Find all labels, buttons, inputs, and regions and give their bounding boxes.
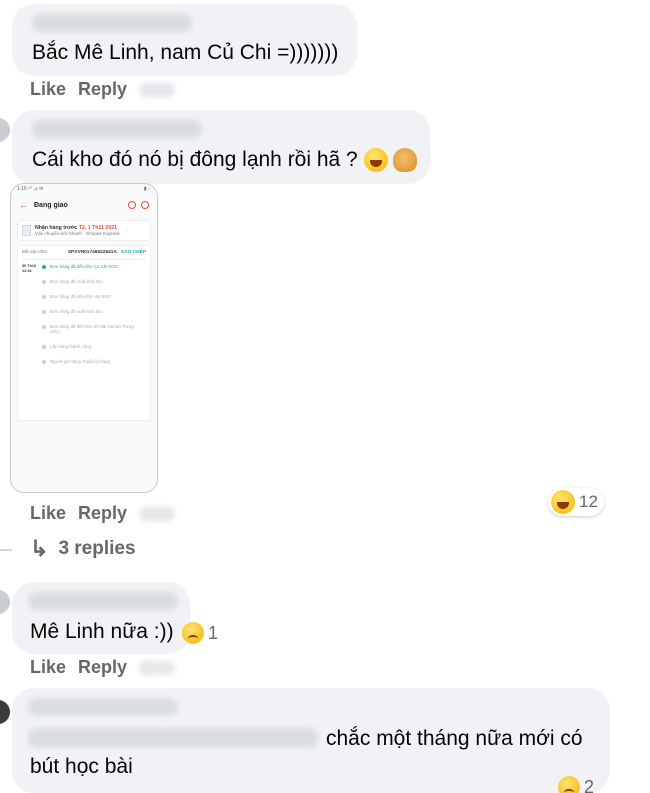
timestamp-blurred[interactable] — [139, 506, 176, 521]
avatar[interactable] — [0, 700, 10, 724]
tracking-card: Mã vận đơn SPXVN01746522541A SAO CHÉP 30… — [17, 245, 151, 421]
thread-line — [0, 549, 12, 551]
replies-label: 3 replies — [58, 538, 136, 559]
comment-bubble-1: Bắc Mê Linh, nam Củ Chi =))))))) — [12, 4, 357, 76]
event-text: Đơn hàng đã đến kho Cu Chi SOC — [50, 264, 118, 269]
event-text: Đơn hàng đã đến kho 20 Hải Hai Ba Trưng … — [50, 324, 134, 334]
reaction-summary-3[interactable]: 1 — [182, 622, 218, 644]
tracking-event: Đơn hàng đã xuất khỏi kho — [22, 279, 146, 294]
facepalm-emoji-icon — [393, 148, 418, 173]
timestamp-blurred[interactable] — [139, 660, 176, 675]
attached-screenshot[interactable]: 1:16 ⁵⁰ ⊿ ✉ ▮ ◌ ← Đang giao Nhận hàng tr… — [10, 183, 158, 493]
package-icon — [22, 225, 31, 236]
reaction-summary-2[interactable]: 12 — [548, 488, 604, 516]
tracking-label: Mã vận đơn — [22, 250, 48, 255]
comment-text-4-line1: chắc một tháng nữa mới có — [326, 727, 583, 750]
tracking-event: Đơn hàng đã xuất khỏi kho — [22, 309, 146, 324]
reaction-summary-4[interactable]: 2 — [558, 776, 594, 793]
event-text: Đơn hàng đã xuất khỏi kho — [50, 279, 103, 284]
comment-text-1: Bắc Mê Linh, nam Củ Chi =))))))) — [32, 41, 339, 64]
event-dot — [42, 265, 46, 269]
author-name-blurred[interactable] — [32, 120, 202, 138]
phone-status-bar: 1:16 ⁵⁰ ⊿ ✉ ▮ ◌ — [11, 184, 157, 194]
laughing-emoji-icon — [363, 148, 388, 173]
mention-blurred[interactable] — [28, 728, 318, 748]
event-dot — [42, 360, 46, 364]
avatar[interactable] — [0, 118, 10, 142]
help-icon — [141, 201, 149, 209]
tracking-event: 30 Th10 12:41 Đơn hàng đã đến kho Cu Chi … — [22, 264, 146, 279]
event-dot — [42, 295, 46, 299]
avatar[interactable] — [0, 590, 10, 614]
haha-reaction-icon — [551, 490, 575, 514]
comment-bubble-4: chắc một tháng nữa mới có bút học bài — [12, 688, 610, 793]
reply-button[interactable]: Reply — [78, 503, 127, 524]
tracking-event: Người gửi đang chuẩn bị hàng — [22, 359, 146, 374]
event-dot — [42, 345, 46, 349]
like-button[interactable]: Like — [30, 79, 66, 100]
back-arrow-icon: ← — [19, 200, 28, 210]
comment-text-2-body: Cái kho đó nó bị đông lạnh rồi hã ? — [32, 148, 358, 171]
like-button[interactable]: Like — [30, 657, 66, 678]
order-status-title: Đang giao — [34, 201, 68, 209]
tracking-number: SPXVN01746522541A — [67, 250, 117, 255]
comment-text-2: Cái kho đó nó bị đông lạnh rồi hã ? — [32, 145, 418, 175]
reaction-count: 12 — [579, 492, 598, 511]
author-name-blurred[interactable] — [28, 592, 178, 610]
event-text: Người gửi đang chuẩn bị hàng — [50, 359, 110, 364]
reaction-count: 1 — [208, 622, 219, 643]
reply-arrow-icon: ↳ — [30, 536, 49, 561]
comment-actions-1: Like Reply — [30, 79, 176, 100]
sad-reaction-icon — [182, 622, 204, 644]
event-text: Đơn hàng đã đến kho HN SOC — [50, 294, 111, 299]
comment-actions-2: Like Reply — [30, 503, 176, 524]
comment-actions-3: Like Reply — [30, 657, 176, 678]
tracking-event: Đơn hàng đã đến kho HN SOC — [22, 294, 146, 309]
event-time: 30 Th10 12:41 — [22, 264, 37, 273]
order-header: ← Đang giao — [11, 194, 157, 216]
headset-icon — [128, 201, 136, 209]
tracking-events: 30 Th10 12:41 Đơn hàng đã đến kho Cu Chi … — [22, 264, 146, 374]
carrier-text: Vận chuyển bởi Nhanh - Shopee Express — [35, 231, 120, 236]
status-left: 1:16 ⁵⁰ ⊿ ✉ — [17, 186, 44, 192]
event-dot — [42, 280, 46, 284]
reply-button[interactable]: Reply — [78, 657, 127, 678]
event-text: Đơn hàng đã xuất khỏi kho — [50, 309, 103, 314]
tracking-event: Đơn hàng đã đến kho 20 Hải Hai Ba Trưng … — [22, 324, 146, 344]
delivery-card: Nhận hàng trước T2, 1 Th11 2021 Vận chuy… — [17, 220, 151, 241]
reaction-count: 2 — [584, 776, 595, 793]
timestamp-blurred[interactable] — [139, 82, 176, 97]
event-dot — [42, 310, 46, 314]
comment-bubble-2: Cái kho đó nó bị đông lạnh rồi hã ? — [12, 110, 430, 184]
status-right: ▮ ◌ — [143, 186, 151, 192]
like-button[interactable]: Like — [30, 503, 66, 524]
tracking-event: Lấy hàng thành công — [22, 344, 146, 359]
event-dot — [42, 325, 46, 329]
event-text: Lấy hàng thành công — [50, 344, 92, 349]
sad-reaction-icon — [558, 776, 580, 793]
author-name-blurred[interactable] — [28, 698, 178, 716]
comment-text-3: Mê Linh nữa :)) — [30, 620, 174, 643]
comment-text-4-line2: bút học bài — [30, 755, 133, 778]
comment-bubble-3: Mê Linh nữa :)) — [12, 582, 190, 654]
author-name-blurred[interactable] — [32, 14, 192, 32]
reply-button[interactable]: Reply — [78, 79, 127, 100]
copy-button: SAO CHÉP — [120, 250, 146, 255]
view-replies-link[interactable]: ↳ 3 replies — [30, 536, 136, 562]
